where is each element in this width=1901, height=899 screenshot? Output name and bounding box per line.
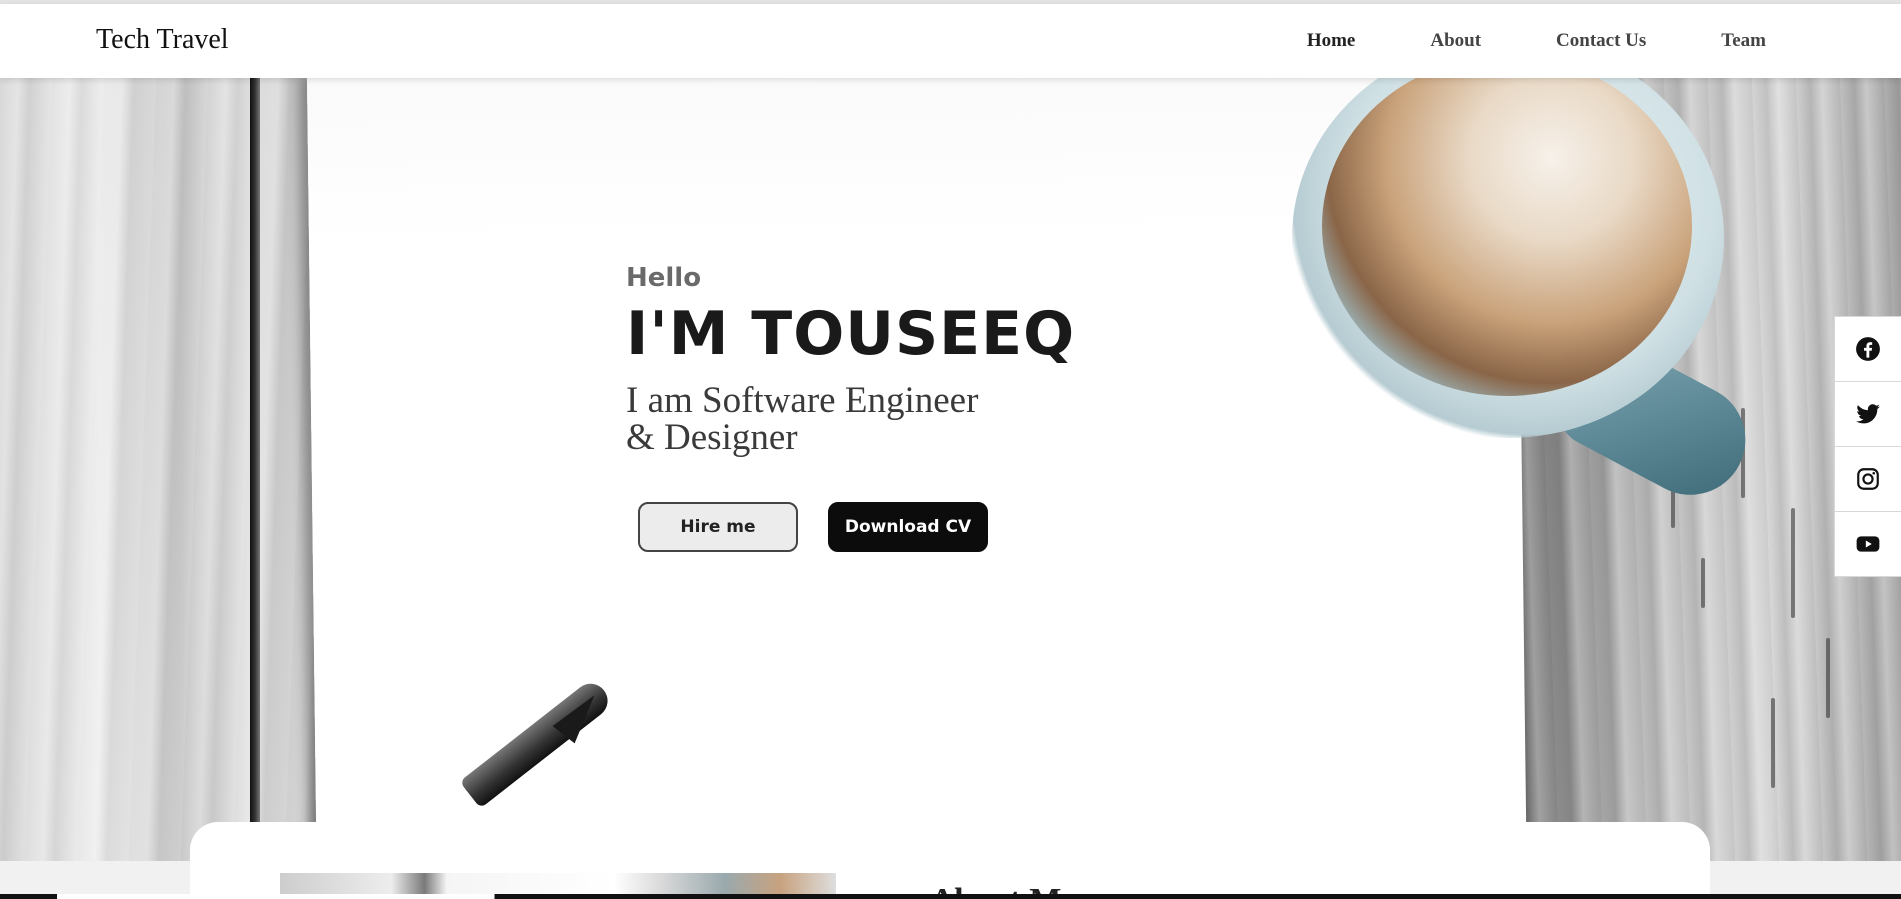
facebook-link[interactable] <box>1835 317 1901 382</box>
wood-background-left <box>0 78 330 861</box>
nav-about-link[interactable]: About <box>1430 30 1481 52</box>
hero-role: I am Software Engineer & Designer <box>626 382 1046 456</box>
hero-content: Hello I'M TOUSEEQ I am Software Engineer… <box>626 262 1126 552</box>
wood-streak <box>1701 558 1705 608</box>
about-section-card: About Me <box>190 822 1710 899</box>
hero-section: Hello I'M TOUSEEQ I am Software Engineer… <box>0 78 1901 861</box>
nav-contact-link[interactable]: Contact Us <box>1556 30 1646 52</box>
hero-buttons: Hire me Download CV <box>638 502 988 552</box>
instagram-link[interactable] <box>1835 447 1901 512</box>
wood-streak <box>1791 508 1795 618</box>
nav-home-link[interactable]: Home <box>1307 30 1356 52</box>
hero-role-line2: & Designer <box>626 417 798 458</box>
instagram-icon <box>1857 468 1879 490</box>
coffee-cup-image <box>1292 78 1724 438</box>
wood-streak <box>1771 698 1775 788</box>
download-cv-button[interactable]: Download CV <box>828 502 988 552</box>
youtube-icon <box>1856 536 1880 552</box>
nav-links: Home About Contact Us Team <box>1232 30 1766 52</box>
twitter-icon <box>1856 404 1880 424</box>
social-sidebar <box>1834 316 1901 577</box>
wood-plank-gap <box>250 78 260 861</box>
facebook-icon <box>1856 337 1880 361</box>
bottom-edge <box>0 894 1901 899</box>
hero-role-line1: I am Software Engineer <box>626 380 979 421</box>
brand-logo[interactable]: Tech Travel <box>96 24 229 56</box>
youtube-link[interactable] <box>1835 512 1901 576</box>
nav-team-link[interactable]: Team <box>1721 30 1766 52</box>
hero-name: I'M TOUSEEQ <box>626 299 1076 369</box>
hire-me-button[interactable]: Hire me <box>638 502 798 552</box>
twitter-link[interactable] <box>1835 382 1901 447</box>
hero-greeting: Hello <box>626 263 702 293</box>
navbar: Tech Travel Home About Contact Us Team <box>0 4 1901 78</box>
wood-streak <box>1826 638 1830 718</box>
